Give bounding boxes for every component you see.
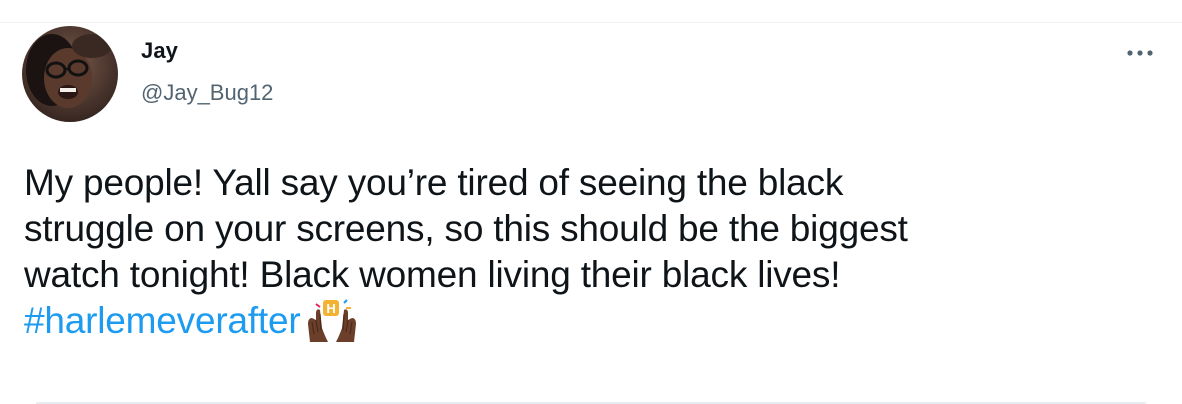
user-avatar-icon	[22, 26, 118, 122]
tweet-text-line: My people! Yall say you’re tired of seei…	[24, 162, 844, 203]
display-name[interactable]: Jay	[141, 38, 178, 64]
user-handle[interactable]: @Jay_Bug12	[141, 80, 273, 106]
tweet-card: Jay @Jay_Bug12 My people! Yall say you’r…	[0, 0, 1182, 404]
avatar[interactable]	[22, 26, 118, 122]
svg-text:H: H	[326, 301, 335, 316]
more-options-button[interactable]	[1120, 38, 1160, 68]
raised-hands-dark-skin-tone-h-emoji-icon: H	[302, 298, 362, 344]
tweet-text-line: struggle on your screens, so this should…	[24, 208, 908, 249]
more-options-icon	[1127, 50, 1153, 56]
tweet-text: My people! Yall say you’re tired of seei…	[24, 160, 1154, 344]
hashtag-line: #harlemeverafter H	[24, 298, 1154, 344]
tweet-text-line: watch tonight! Black women living their …	[24, 254, 841, 295]
top-divider	[0, 22, 1182, 23]
hashtag-link[interactable]: #harlemeverafter	[24, 298, 301, 344]
